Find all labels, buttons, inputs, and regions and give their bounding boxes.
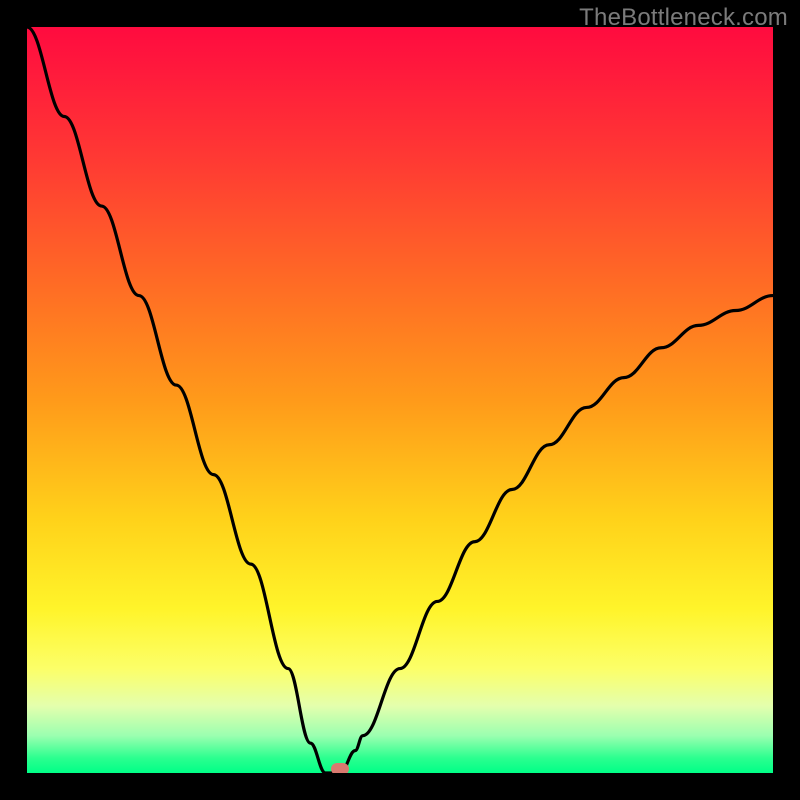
bottleneck-curve [27,27,773,773]
chart-frame: TheBottleneck.com [0,0,800,800]
bottleneck-marker [331,763,349,773]
watermark-text: TheBottleneck.com [579,4,788,32]
plot-area [27,27,773,773]
